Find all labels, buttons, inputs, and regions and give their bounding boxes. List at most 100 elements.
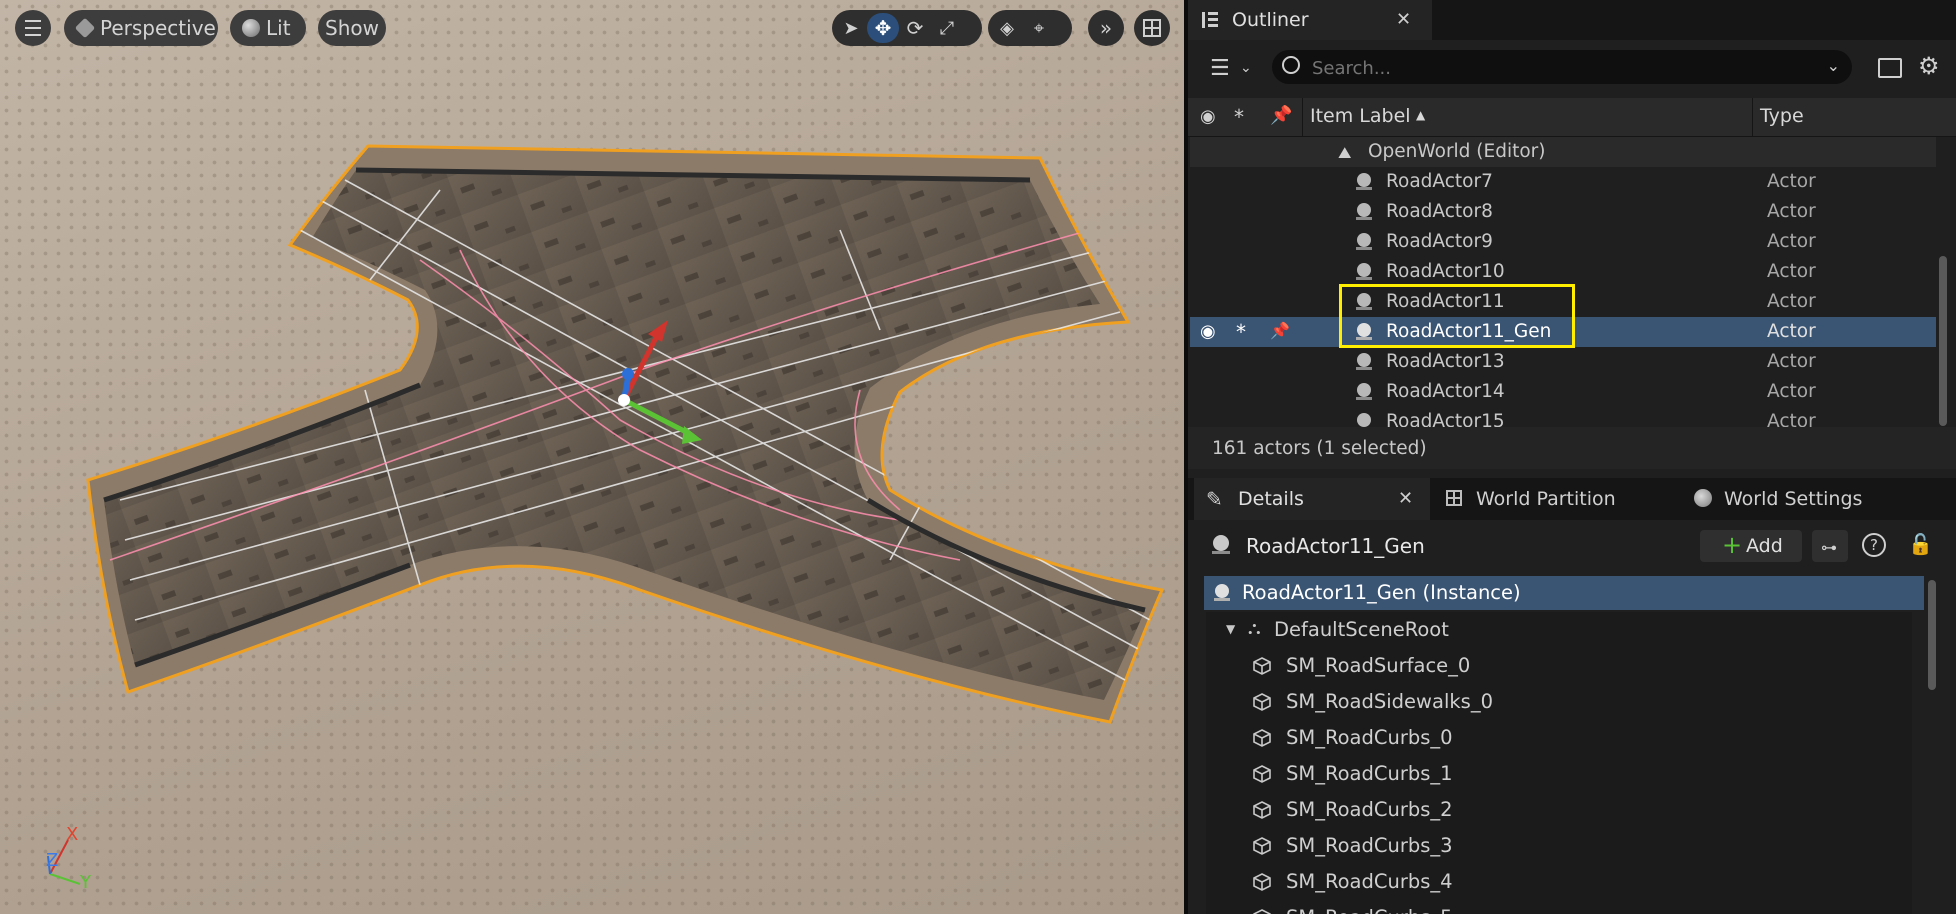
rotate-tool-button[interactable]: ⟳ — [899, 13, 931, 43]
add-component-button[interactable]: + Add — [1700, 530, 1802, 562]
world-grid-icon: ◈ — [1000, 17, 1014, 39]
component-row[interactable]: SM_RoadCurbs_2 — [1206, 792, 1912, 828]
viewport-menu-button[interactable] — [15, 10, 51, 46]
actor-sphere-icon — [1354, 232, 1374, 252]
level-viewport[interactable]: X Z Y Perspective Lit Show ➤ ✥ ⟳ ⤢ ◈ ⌖ » — [0, 0, 1184, 914]
tab-world-settings[interactable]: World Settings — [1684, 478, 1914, 520]
row-type: Actor — [1767, 351, 1816, 372]
column-item-label[interactable]: Item Label — [1310, 105, 1411, 127]
outliner-tab[interactable]: Outliner ✕ — [1188, 0, 1432, 40]
component-row[interactable]: SM_RoadCurbs_3 — [1206, 828, 1912, 864]
outliner-row[interactable]: RoadActor13 Actor — [1190, 347, 1936, 377]
double-chevron-right-icon: » — [1099, 16, 1113, 40]
world-label: OpenWorld (Editor) — [1368, 141, 1546, 162]
world-icon: ⛰ — [1338, 143, 1352, 162]
static-mesh-icon — [1252, 800, 1272, 820]
visibility-column-eye-icon[interactable]: ◉ — [1200, 106, 1216, 127]
tab-details-label: Details — [1238, 488, 1304, 510]
outliner-column-header: ◉ * 📌 Item Label ▲ Type — [1188, 98, 1956, 137]
outliner-row[interactable]: RoadActor14 Actor — [1190, 377, 1936, 407]
gear-icon[interactable]: ⚙ — [1918, 52, 1940, 80]
pinned-star-icon[interactable]: * — [1236, 320, 1246, 344]
static-mesh-icon — [1252, 728, 1272, 748]
filter-icon[interactable]: ☰ — [1210, 56, 1230, 81]
component-name: SM_RoadSurface_0 — [1286, 654, 1471, 677]
component-row[interactable]: SM_RoadSurface_0 — [1206, 648, 1912, 684]
search-input[interactable] — [1310, 54, 1814, 82]
search-icon — [1282, 56, 1300, 74]
instance-row[interactable]: RoadActor11_Gen (Instance) — [1204, 576, 1924, 610]
outliner-close-icon[interactable]: ✕ — [1396, 9, 1411, 30]
component-row[interactable]: SM_RoadCurbs_1 — [1206, 756, 1912, 792]
help-icon[interactable]: ? — [1862, 533, 1886, 557]
outliner-row[interactable]: RoadActor7 Actor — [1190, 167, 1936, 197]
add-folder-icon[interactable] — [1878, 58, 1902, 78]
column-type[interactable]: Type — [1760, 105, 1804, 127]
tab-world-partition[interactable]: World Partition — [1436, 478, 1666, 520]
layout-grid-icon — [1143, 19, 1161, 37]
row-name: RoadActor13 — [1386, 351, 1505, 372]
perspective-label: Perspective — [100, 16, 216, 40]
rotate-icon: ⟳ — [906, 16, 924, 40]
static-mesh-icon — [1252, 656, 1272, 676]
visibility-eye-icon[interactable]: ◉ — [1200, 321, 1216, 342]
instance-label: RoadActor11_Gen (Instance) — [1242, 581, 1521, 604]
cube-icon — [74, 17, 96, 39]
more-tools-button[interactable]: » — [1088, 10, 1124, 46]
select-tool-button[interactable]: ➤ — [835, 13, 867, 43]
right-panel: Outliner ✕ ☰ ⌄ ⌄ ⚙ ◉ * 📌 Item Label ▲ Ty… — [1188, 0, 1956, 914]
expand-triangle-icon[interactable]: ▼ — [1226, 622, 1235, 636]
pin-column-icon[interactable]: 📌 — [1270, 105, 1292, 126]
transform-tools: ➤ ✥ ⟳ ⤢ — [832, 10, 982, 46]
outliner-row[interactable]: RoadActor10 Actor — [1190, 257, 1936, 287]
world-row[interactable]: ⛰ OpenWorld (Editor) — [1190, 137, 1936, 167]
road-intersection-scene[interactable] — [0, 0, 1184, 914]
scene-root-row[interactable]: ▼ ⛬ DefaultSceneRoot — [1206, 612, 1912, 648]
component-name: SM_RoadCurbs_3 — [1286, 834, 1453, 857]
component-row[interactable]: SM_RoadCurbs_5 — [1206, 900, 1912, 914]
search-dropdown-chevron-icon[interactable]: ⌄ — [1827, 56, 1840, 75]
outliner-row[interactable]: RoadActor9 Actor — [1190, 227, 1936, 257]
component-name: SM_RoadCurbs_4 — [1286, 870, 1453, 893]
details-header: RoadActor11_Gen + Add ⊶ ? 🔓 — [1188, 520, 1956, 572]
component-name: SM_RoadSidewalks_0 — [1286, 690, 1493, 713]
component-row[interactable]: SM_RoadSidewalks_0 — [1206, 684, 1912, 720]
pencil-icon: ✎ — [1206, 487, 1223, 511]
show-button[interactable]: Show — [318, 10, 386, 46]
static-mesh-icon — [1252, 692, 1272, 712]
perspective-button[interactable]: Perspective — [64, 10, 218, 46]
search-box[interactable]: ⌄ — [1272, 50, 1852, 84]
actor-sphere-icon — [1354, 202, 1374, 222]
outliner-row[interactable]: RoadActor8 Actor — [1190, 197, 1936, 227]
world-local-button[interactable]: ◈ — [991, 13, 1023, 43]
tab-details[interactable]: ✎ Details ✕ — [1194, 478, 1430, 520]
component-row[interactable]: SM_RoadCurbs_4 — [1206, 864, 1912, 900]
lit-button[interactable]: Lit — [230, 10, 306, 46]
component-row[interactable]: SM_RoadCurbs_0 — [1206, 720, 1912, 756]
surface-snap-button[interactable]: ⌖ — [1023, 13, 1055, 43]
outliner-scrollbar[interactable] — [1939, 256, 1947, 426]
actor-sphere-icon — [1354, 382, 1374, 402]
outliner-tree: ⛰ OpenWorld (Editor) RoadActor7 Actor Ro… — [1188, 137, 1956, 427]
viewport-layout-button[interactable] — [1134, 10, 1170, 46]
scale-tool-button[interactable]: ⤢ — [931, 13, 963, 43]
hierarchy-button[interactable]: ⊶ — [1812, 530, 1848, 562]
tab-world-partition-label: World Partition — [1476, 488, 1616, 510]
details-close-icon[interactable]: ✕ — [1398, 488, 1413, 509]
filter-dropdown-chevron-icon[interactable]: ⌄ — [1240, 60, 1252, 76]
pin-icon[interactable]: 📌 — [1270, 321, 1290, 340]
move-arrows-icon: ✥ — [874, 16, 892, 40]
outliner-row[interactable]: RoadActor15 Actor — [1190, 407, 1936, 427]
outliner-tab-title: Outliner — [1232, 9, 1309, 31]
globe-icon — [1694, 489, 1712, 507]
lock-icon[interactable]: 🔓 — [1908, 532, 1933, 556]
lit-label: Lit — [266, 16, 291, 40]
details-scrollbar[interactable] — [1928, 580, 1936, 690]
move-tool-button[interactable]: ✥ — [867, 13, 899, 43]
highlight-box — [1339, 284, 1575, 348]
static-mesh-icon — [1252, 872, 1272, 892]
static-mesh-icon — [1252, 836, 1272, 856]
pinned-column-star-icon[interactable]: * — [1234, 105, 1244, 129]
tab-world-settings-label: World Settings — [1724, 488, 1863, 510]
static-mesh-icon — [1252, 908, 1272, 914]
